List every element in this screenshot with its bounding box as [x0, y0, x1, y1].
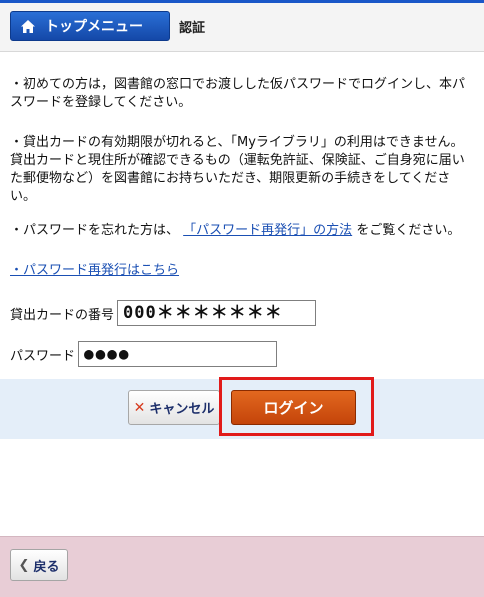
page-title: 認証 [179, 21, 206, 36]
card-number-label: 貸出カードの番号 [10, 307, 115, 323]
home-icon [21, 19, 35, 33]
login-highlight-box [219, 377, 374, 436]
cancel-label: キャンセル [149, 402, 215, 417]
password-reissue-method-link[interactable]: 「パスワード再発行」の方法 [183, 223, 352, 238]
password-row: パスワード ●●●● [10, 341, 278, 367]
password-label: パスワード [10, 348, 76, 364]
header-bar: トップメニュー 認証 [0, 3, 484, 52]
password-reissue-link[interactable]: ・パスワード再発行はこちら [10, 262, 179, 280]
notice-forgot-password: ・パスワードを忘れた方は、 「パスワード再発行」の方法 をご覧ください。 [10, 222, 460, 240]
forgot-suffix: をご覧ください。 [356, 223, 461, 238]
card-number-row: 貸出カードの番号 000＊＊＊＊＊＊＊ [10, 300, 317, 326]
password-field[interactable]: ●●●● [78, 341, 278, 367]
chevron-left-icon: ❮ [18, 557, 30, 573]
footer-bar: ❮ 戻る [0, 536, 484, 597]
top-menu-label: トップメニュー [45, 19, 143, 35]
notice-first-time: ・初めての方は，図書館の窓口でお渡しした仮パスワードでログインし、本パスワードを… [10, 77, 466, 110]
back-button[interactable]: ❮ 戻る [10, 549, 68, 581]
forgot-prefix: ・パスワードを忘れた方は、 [10, 223, 180, 238]
cancel-button[interactable]: ✕ キャンセル [128, 390, 220, 425]
top-menu-button[interactable]: トップメニュー [10, 11, 170, 41]
notice-expiry: ・貸出カードの有効期限が切れると、「Myライブラリ」の利用はできません。貸出カー… [10, 135, 465, 204]
close-icon: ✕ [133, 399, 146, 416]
card-number-field[interactable]: 000＊＊＊＊＊＊＊ [117, 300, 317, 326]
back-label: 戻る [33, 559, 60, 575]
